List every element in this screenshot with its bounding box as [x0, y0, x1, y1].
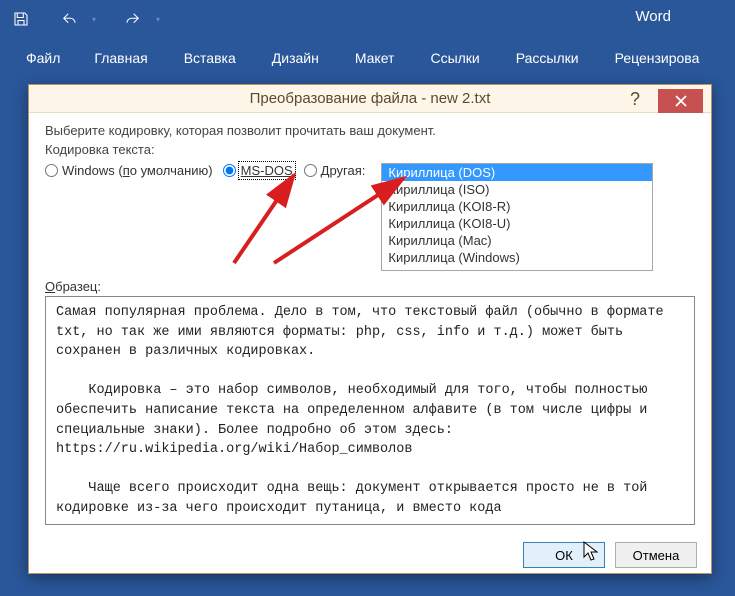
list-item[interactable]: Кириллица (KOI8-R) — [382, 198, 652, 215]
redo-icon[interactable] — [122, 8, 144, 30]
file-conversion-dialog: Преобразование файла - new 2.txt ? Выбер… — [28, 84, 712, 574]
qat-dropdown-icon[interactable]: ▾ — [156, 15, 160, 24]
list-item[interactable]: Кириллица (ISO) — [382, 181, 652, 198]
radio-other-input[interactable] — [304, 164, 317, 177]
dialog-title: Преобразование файла - new 2.txt — [29, 90, 711, 107]
sample-label: Образец: — [45, 279, 695, 294]
radio-msdos[interactable]: MS-DOS — [223, 163, 294, 178]
tab-layout[interactable]: Макет — [337, 44, 413, 72]
close-button[interactable] — [658, 89, 703, 113]
mouse-cursor-icon — [583, 541, 599, 563]
radio-msdos-input[interactable] — [223, 164, 236, 177]
encoding-group-label: Кодировка текста: — [45, 142, 695, 157]
dialog-titlebar: Преобразование файла - new 2.txt ? — [29, 85, 711, 113]
tab-design[interactable]: Дизайн — [254, 44, 337, 72]
save-icon[interactable] — [10, 8, 32, 30]
tab-review[interactable]: Рецензирова — [597, 44, 718, 72]
tab-insert[interactable]: Вставка — [166, 44, 254, 72]
cancel-button[interactable]: Отмена — [615, 542, 697, 568]
radio-windows-label: Windows (по умолчанию) — [62, 163, 213, 178]
radio-other-label: Другая: — [321, 163, 366, 178]
tab-references[interactable]: Ссылки — [412, 44, 497, 72]
dialog-body: Выберите кодировку, которая позволит про… — [29, 113, 711, 537]
dialog-button-row: ОК Отмена — [29, 537, 711, 573]
help-button[interactable]: ? — [615, 85, 655, 113]
radio-windows-input[interactable] — [45, 164, 58, 177]
list-item[interactable]: Кириллица (Mac) — [382, 232, 652, 249]
radio-windows[interactable]: Windows (по умолчанию) — [45, 163, 213, 178]
tab-mailings[interactable]: Рассылки — [498, 44, 597, 72]
radio-other[interactable]: Другая: — [304, 163, 366, 178]
file-tab[interactable]: Файл — [10, 44, 76, 72]
radio-msdos-label: MS-DOS — [240, 163, 294, 178]
encoding-listbox[interactable]: Кириллица (DOS) Кириллица (ISO) Кириллиц… — [381, 163, 653, 271]
quick-access-toolbar: ▾ ▾ — [0, 0, 160, 38]
encoding-radio-row: Windows (по умолчанию) MS-DOS Другая: Ки… — [45, 163, 695, 271]
ribbon-tabs: Файл Главная Вставка Дизайн Макет Ссылки… — [0, 44, 717, 72]
tab-home[interactable]: Главная — [76, 44, 165, 72]
list-item[interactable]: Кириллица (Windows) — [382, 249, 652, 266]
list-item[interactable]: Кириллица (DOS) — [382, 164, 652, 181]
sample-preview[interactable]: Самая популярная проблема. Дело в том, ч… — [45, 296, 695, 525]
word-window: ▾ ▾ Word Файл Главная Вставка Дизайн Мак… — [0, 0, 735, 596]
list-item[interactable]: Кириллица (KOI8-U) — [382, 215, 652, 232]
undo-icon[interactable] — [58, 8, 80, 30]
instruction-text: Выберите кодировку, которая позволит про… — [45, 123, 695, 138]
app-title: Word — [635, 8, 671, 25]
qat-separator: ▾ — [92, 15, 96, 24]
